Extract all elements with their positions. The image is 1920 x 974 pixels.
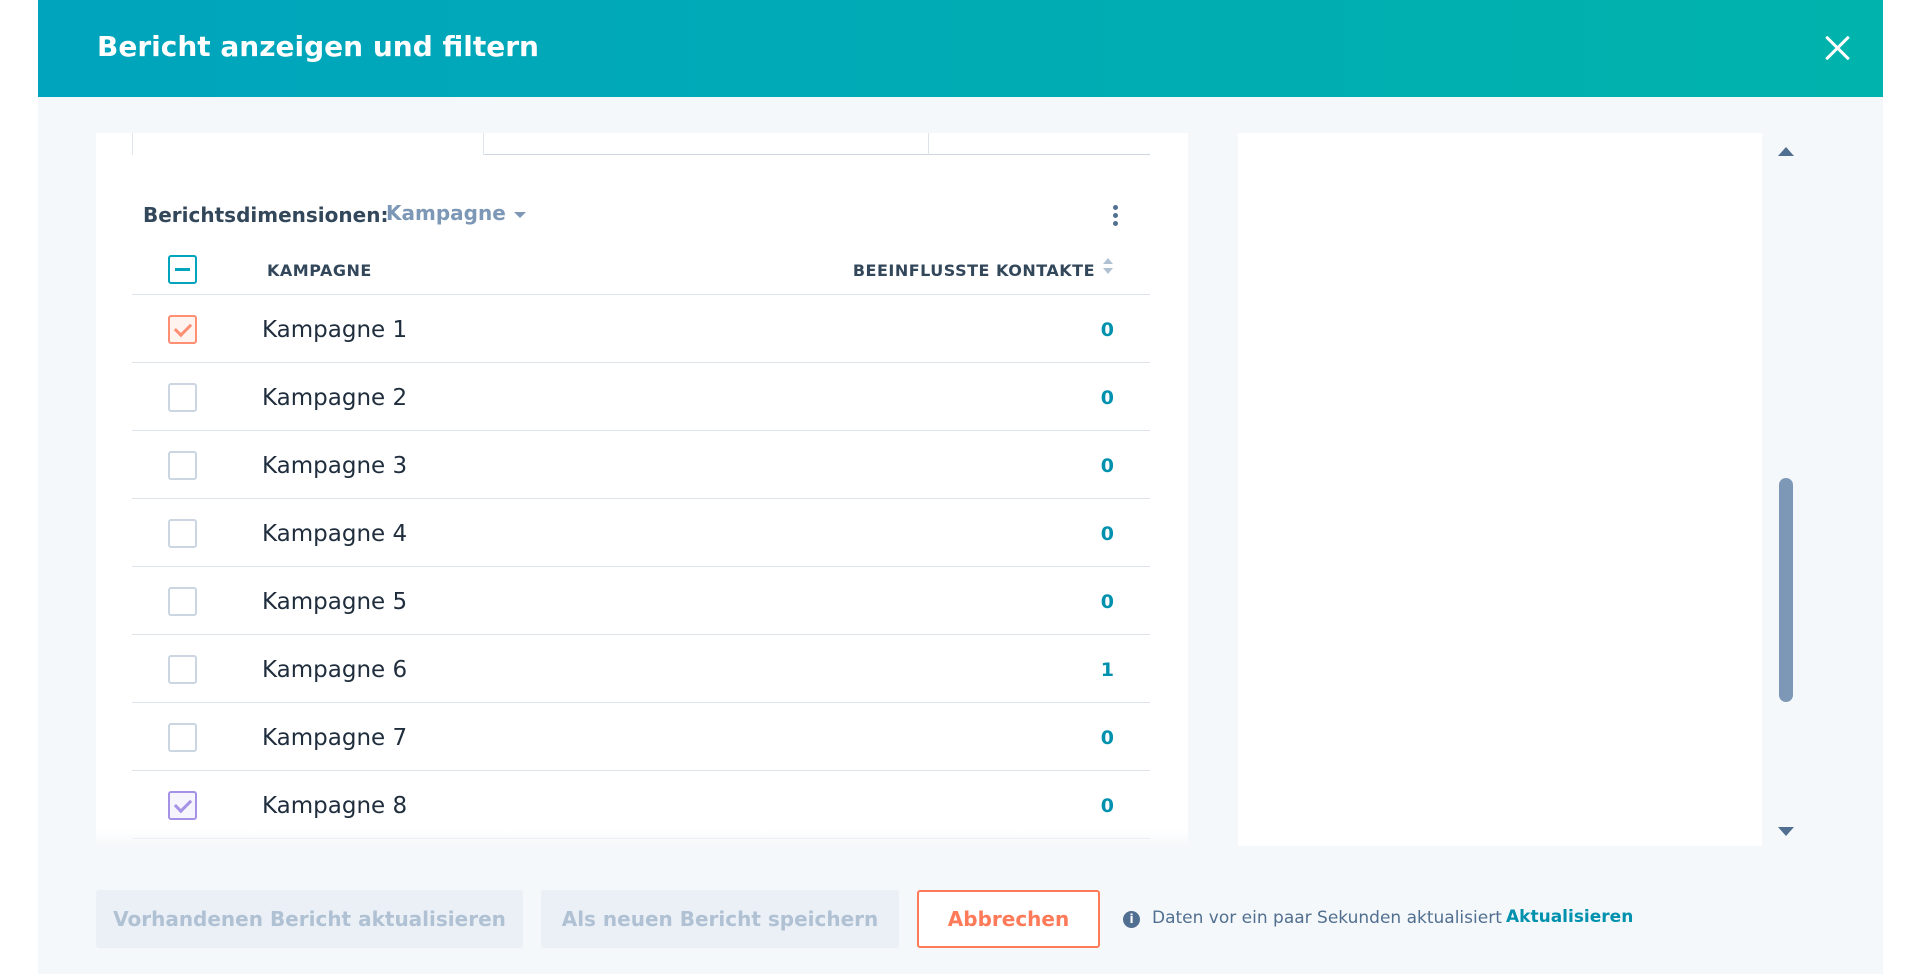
scroll-fade: [96, 830, 1188, 846]
row-value-link[interactable]: 0: [1101, 523, 1114, 545]
dimension-dropdown[interactable]: Kampagne: [386, 201, 526, 225]
update-existing-report-button[interactable]: Vorhandenen Bericht aktualisieren: [96, 890, 523, 948]
report-dialog: Bericht anzeigen und filtern Berichtsdim…: [38, 0, 1883, 974]
scroll-down-icon[interactable]: [1778, 827, 1794, 836]
cancel-button[interactable]: Abbrechen: [917, 890, 1100, 948]
save-as-new-report-button[interactable]: Als neuen Bericht speichern: [541, 890, 899, 948]
scroll-up-icon[interactable]: [1778, 147, 1794, 156]
row-checkbox[interactable]: [168, 383, 197, 412]
row-name: Kampagne 5: [262, 589, 408, 615]
table-row: Kampagne 5 0: [132, 567, 1150, 635]
dimension-dropdown-value: Kampagne: [386, 201, 506, 225]
report-table-panel: Berichtsdimensionen: Kampagne KAMPAGNE B…: [96, 133, 1188, 846]
row-checkbox[interactable]: [168, 791, 197, 820]
row-name: Kampagne 1: [262, 317, 408, 343]
sort-icon[interactable]: [1102, 258, 1114, 280]
row-checkbox[interactable]: [168, 315, 197, 344]
row-value-link[interactable]: 0: [1101, 795, 1114, 817]
table-row: Kampagne 3 0: [132, 431, 1150, 499]
table-row: Kampagne 1 0: [132, 295, 1150, 363]
row-value-link[interactable]: 0: [1101, 455, 1114, 477]
dialog-header: Bericht anzeigen und filtern: [38, 0, 1883, 97]
row-checkbox[interactable]: [168, 519, 197, 548]
row-name: Kampagne 8: [262, 793, 408, 819]
tab-strip: [132, 133, 1150, 155]
table-row: Kampagne 2 0: [132, 363, 1150, 431]
chevron-down-icon: [513, 211, 526, 218]
row-checkbox[interactable]: [168, 723, 197, 752]
column-header-kampagne[interactable]: KAMPAGNE: [267, 261, 372, 280]
info-icon: i: [1123, 911, 1140, 928]
tab-active[interactable]: [132, 133, 484, 155]
table-row: Kampagne 6 1: [132, 635, 1150, 703]
kebab-menu-icon[interactable]: [1110, 205, 1120, 229]
row-value-link[interactable]: 0: [1101, 387, 1114, 409]
close-icon[interactable]: [1819, 30, 1855, 66]
data-updated-status: Daten vor ein paar Sekunden aktualisiert: [1152, 908, 1502, 928]
refresh-link[interactable]: Aktualisieren: [1506, 907, 1633, 927]
row-value-link[interactable]: 1: [1101, 659, 1114, 681]
row-value-link[interactable]: 0: [1101, 319, 1114, 341]
row-name: Kampagne 6: [262, 657, 408, 683]
select-all-checkbox[interactable]: [168, 255, 197, 284]
dialog-footer: Vorhandenen Bericht aktualisieren Als ne…: [96, 890, 1829, 950]
row-checkbox[interactable]: [168, 587, 197, 616]
row-name: Kampagne 4: [262, 521, 408, 547]
row-name: Kampagne 7: [262, 725, 408, 751]
row-value-link[interactable]: 0: [1101, 727, 1114, 749]
row-name: Kampagne 2: [262, 385, 408, 411]
table-row: Kampagne 8 0: [132, 771, 1150, 839]
table-row: Kampagne 4 0: [132, 499, 1150, 567]
row-checkbox[interactable]: [168, 655, 197, 684]
table-body: Kampagne 1 0 Kampagne 2 0 Kampagne 3 0 K…: [132, 295, 1150, 839]
scrollbar-thumb[interactable]: [1779, 478, 1793, 702]
table-header: KAMPAGNE BEEINFLUSSTE KONTAKTE: [132, 243, 1150, 295]
tab-secondary[interactable]: [484, 133, 929, 155]
dimensions-label: Berichtsdimensionen:: [143, 203, 389, 227]
column-header-beeinflusste-kontakte[interactable]: BEEINFLUSSTE KONTAKTE: [853, 261, 1095, 280]
row-checkbox[interactable]: [168, 451, 197, 480]
row-value-link[interactable]: 0: [1101, 591, 1114, 613]
row-name: Kampagne 3: [262, 453, 408, 479]
table-row: Kampagne 7 0: [132, 703, 1150, 771]
chart-panel: [1238, 133, 1762, 846]
dialog-title: Bericht anzeigen und filtern: [97, 30, 539, 63]
content-area: Berichtsdimensionen: Kampagne KAMPAGNE B…: [96, 133, 1829, 846]
scrollbar[interactable]: [1773, 133, 1799, 846]
